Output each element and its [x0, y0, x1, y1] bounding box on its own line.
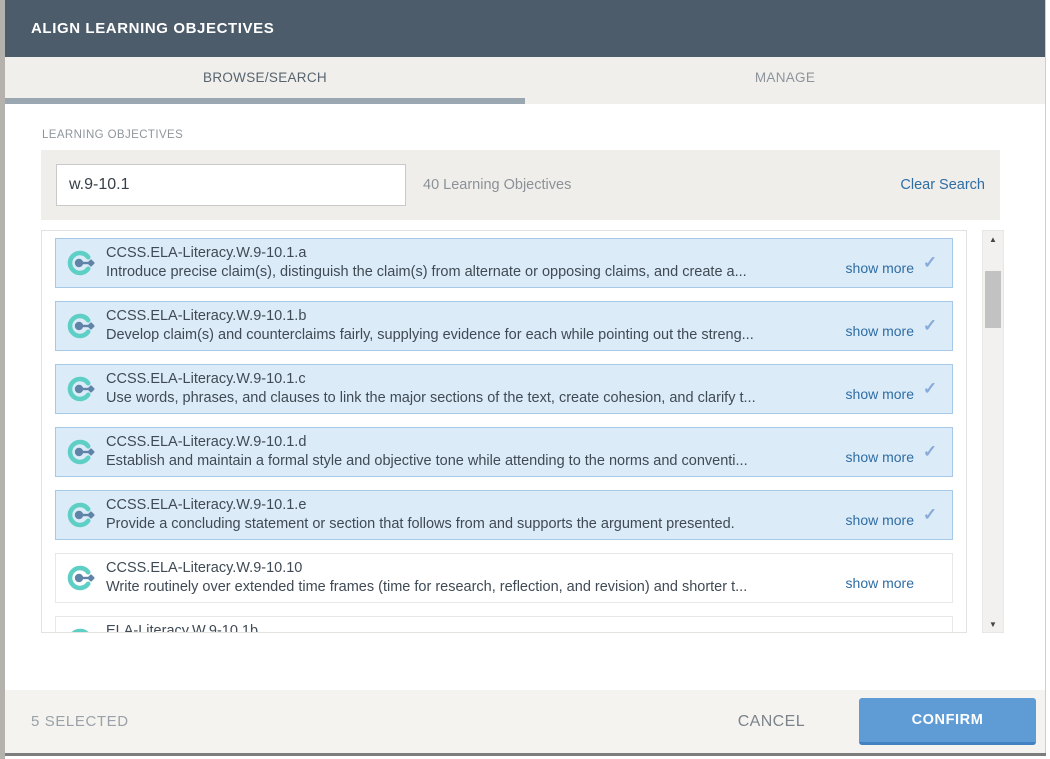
- confirm-button[interactable]: CONFIRM: [859, 698, 1036, 745]
- scroll-up-icon[interactable]: ▲: [983, 231, 1003, 247]
- objective-item[interactable]: ELA-Literacy.W.9-10.1b: [55, 616, 953, 633]
- window-bottom-edge: [5, 753, 1046, 756]
- search-input[interactable]: [56, 164, 406, 206]
- tab-browse-search-label: BROWSE/SEARCH: [203, 70, 327, 85]
- objective-text: CCSS.ELA-Literacy.W.9-10.1.e Provide a c…: [106, 496, 836, 534]
- objective-description: Provide a concluding statement or sectio…: [106, 515, 836, 534]
- objective-item[interactable]: CCSS.ELA-Literacy.W.9-10.1.a Introduce p…: [55, 238, 953, 288]
- objective-target-icon: [64, 310, 96, 342]
- objectives-list-area: CCSS.ELA-Literacy.W.9-10.1.a Introduce p…: [41, 230, 1004, 633]
- align-learning-objectives-modal: ALIGN LEARNING OBJECTIVES BROWSE/SEARCH …: [5, 0, 1046, 753]
- objectives-list: CCSS.ELA-Literacy.W.9-10.1.a Introduce p…: [41, 230, 967, 633]
- objective-description: Establish and maintain a formal style an…: [106, 452, 836, 471]
- tab-manage[interactable]: MANAGE: [525, 57, 1045, 98]
- objective-code: CCSS.ELA-Literacy.W.9-10.1.a: [106, 244, 836, 263]
- modal-header: ALIGN LEARNING OBJECTIVES: [5, 0, 1045, 57]
- tab-browse-search[interactable]: BROWSE/SEARCH: [5, 57, 525, 98]
- show-more-link[interactable]: show more: [846, 260, 914, 276]
- search-panel: 40 Learning Objectives Clear Search: [41, 150, 1000, 220]
- selected-count: 5 SELECTED: [31, 713, 129, 730]
- objective-item[interactable]: CCSS.ELA-Literacy.W.9-10.1.d Establish a…: [55, 427, 953, 477]
- objective-item[interactable]: CCSS.ELA-Literacy.W.9-10.1.b Develop cla…: [55, 301, 953, 351]
- objective-text: CCSS.ELA-Literacy.W.9-10.1.c Use words, …: [106, 370, 836, 408]
- show-more-link[interactable]: show more: [846, 575, 914, 591]
- learning-objectives-label: LEARNING OBJECTIVES: [42, 129, 1045, 141]
- objective-code: CCSS.ELA-Literacy.W.9-10.1.e: [106, 496, 836, 515]
- selected-check-icon: ✓: [918, 442, 942, 462]
- selected-check-icon: ✓: [918, 505, 942, 525]
- cancel-button[interactable]: CANCEL: [724, 703, 819, 741]
- objective-description: Use words, phrases, and clauses to link …: [106, 389, 836, 408]
- modal-footer: 5 SELECTED CANCEL CONFIRM: [5, 690, 1045, 753]
- objective-target-icon: [64, 247, 96, 279]
- objective-text: CCSS.ELA-Literacy.W.9-10.10 Write routin…: [106, 559, 836, 597]
- objective-item[interactable]: CCSS.ELA-Literacy.W.9-10.10 Write routin…: [55, 553, 953, 603]
- objective-text: ELA-Literacy.W.9-10.1b: [106, 622, 904, 633]
- tab-bar: BROWSE/SEARCH MANAGE: [5, 57, 1045, 98]
- scrollbar[interactable]: ▲ ▼: [982, 230, 1004, 633]
- scrollbar-thumb[interactable]: [985, 271, 1001, 328]
- objective-text: CCSS.ELA-Literacy.W.9-10.1.d Establish a…: [106, 433, 836, 471]
- objective-item[interactable]: CCSS.ELA-Literacy.W.9-10.1.e Provide a c…: [55, 490, 953, 540]
- objective-text: CCSS.ELA-Literacy.W.9-10.1.b Develop cla…: [106, 307, 836, 345]
- objective-description: Develop claim(s) and counterclaims fairl…: [106, 326, 836, 345]
- modal-title: ALIGN LEARNING OBJECTIVES: [31, 20, 274, 37]
- objective-target-icon: [64, 436, 96, 468]
- active-tab-indicator: [5, 98, 525, 104]
- objective-text: CCSS.ELA-Literacy.W.9-10.1.a Introduce p…: [106, 244, 836, 282]
- objective-item[interactable]: CCSS.ELA-Literacy.W.9-10.1.c Use words, …: [55, 364, 953, 414]
- tab-manage-label: MANAGE: [755, 70, 815, 85]
- objective-code: CCSS.ELA-Literacy.W.9-10.10: [106, 559, 836, 578]
- clear-search-link[interactable]: Clear Search: [900, 177, 985, 193]
- objective-target-icon: [64, 373, 96, 405]
- objective-target-icon: [64, 562, 96, 594]
- objective-code: CCSS.ELA-Literacy.W.9-10.1.b: [106, 307, 836, 326]
- active-tab-indicator-row: [5, 98, 1045, 104]
- scroll-down-icon[interactable]: ▼: [983, 616, 1003, 632]
- selected-check-icon: ✓: [918, 379, 942, 399]
- show-more-link[interactable]: show more: [846, 386, 914, 402]
- objective-target-icon: [64, 625, 96, 633]
- show-more-link[interactable]: show more: [846, 449, 914, 465]
- selected-check-icon: ✓: [918, 316, 942, 336]
- show-more-link[interactable]: show more: [846, 323, 914, 339]
- tab-indicator-spacer: [525, 98, 1045, 104]
- objective-code: CCSS.ELA-Literacy.W.9-10.1.c: [106, 370, 836, 389]
- objective-code: CCSS.ELA-Literacy.W.9-10.1.d: [106, 433, 836, 452]
- objective-target-icon: [64, 499, 96, 531]
- show-more-link[interactable]: show more: [846, 512, 914, 528]
- objective-code: ELA-Literacy.W.9-10.1b: [106, 622, 904, 633]
- objective-description: Write routinely over extended time frame…: [106, 578, 836, 597]
- selected-check-icon: ✓: [918, 253, 942, 273]
- objective-description: Introduce precise claim(s), distinguish …: [106, 263, 836, 282]
- results-count: 40 Learning Objectives: [423, 177, 571, 193]
